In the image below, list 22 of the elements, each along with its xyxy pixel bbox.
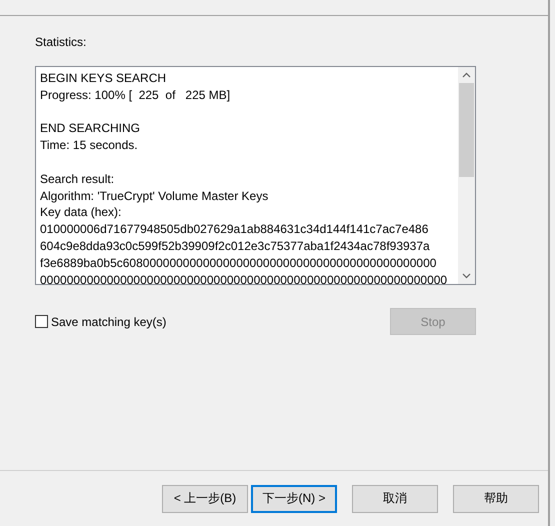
wizard-button[interactable]: 帮助 xyxy=(453,484,539,512)
save-matching-keys-checkbox[interactable]: Save matching key(s) xyxy=(35,314,166,328)
log-line: Progress: 100% [ 225 of 225 MB] xyxy=(40,86,232,104)
statistics-label: Statistics: xyxy=(35,35,86,49)
log-line: Search result: xyxy=(40,170,116,188)
log-line: Algorithm: 'TrueCrypt' Volume Master Keys xyxy=(40,188,270,204)
checkbox-icon[interactable] xyxy=(35,315,48,328)
log-line: 604c9e8dda93c0c599f52b39909f2c012e3c75377aba1f2434ac78f93937a xyxy=(40,238,431,255)
wizard-button[interactable]: 取消 xyxy=(352,484,438,512)
wizard-button[interactable]: 下一步(N) > xyxy=(251,484,337,512)
log-line: BEGIN KEYS SEARCH xyxy=(40,70,168,87)
log-text-area[interactable] xyxy=(35,66,476,285)
scroll-down-icon[interactable] xyxy=(462,273,471,279)
scroll-up-icon[interactable] xyxy=(462,72,471,78)
log-line: Time: 15 seconds. xyxy=(40,137,139,154)
log-line: Key data (hex): xyxy=(40,204,122,222)
log-line: f3e6889ba0b5c60800000000000000000000000000000000000000000000 xyxy=(40,254,438,272)
log-line: END SEARCHING xyxy=(40,120,142,138)
scrollbar[interactable] xyxy=(458,67,475,284)
log-line: 0000000000000000000000000000000000000000000000000000000000000 xyxy=(40,272,448,284)
log-line: 010000006d71677948505db027629a1ab884631c34d144f141c7ac7e486 xyxy=(40,221,430,238)
wizard-button[interactable]: < 上一步(B) xyxy=(162,484,248,512)
